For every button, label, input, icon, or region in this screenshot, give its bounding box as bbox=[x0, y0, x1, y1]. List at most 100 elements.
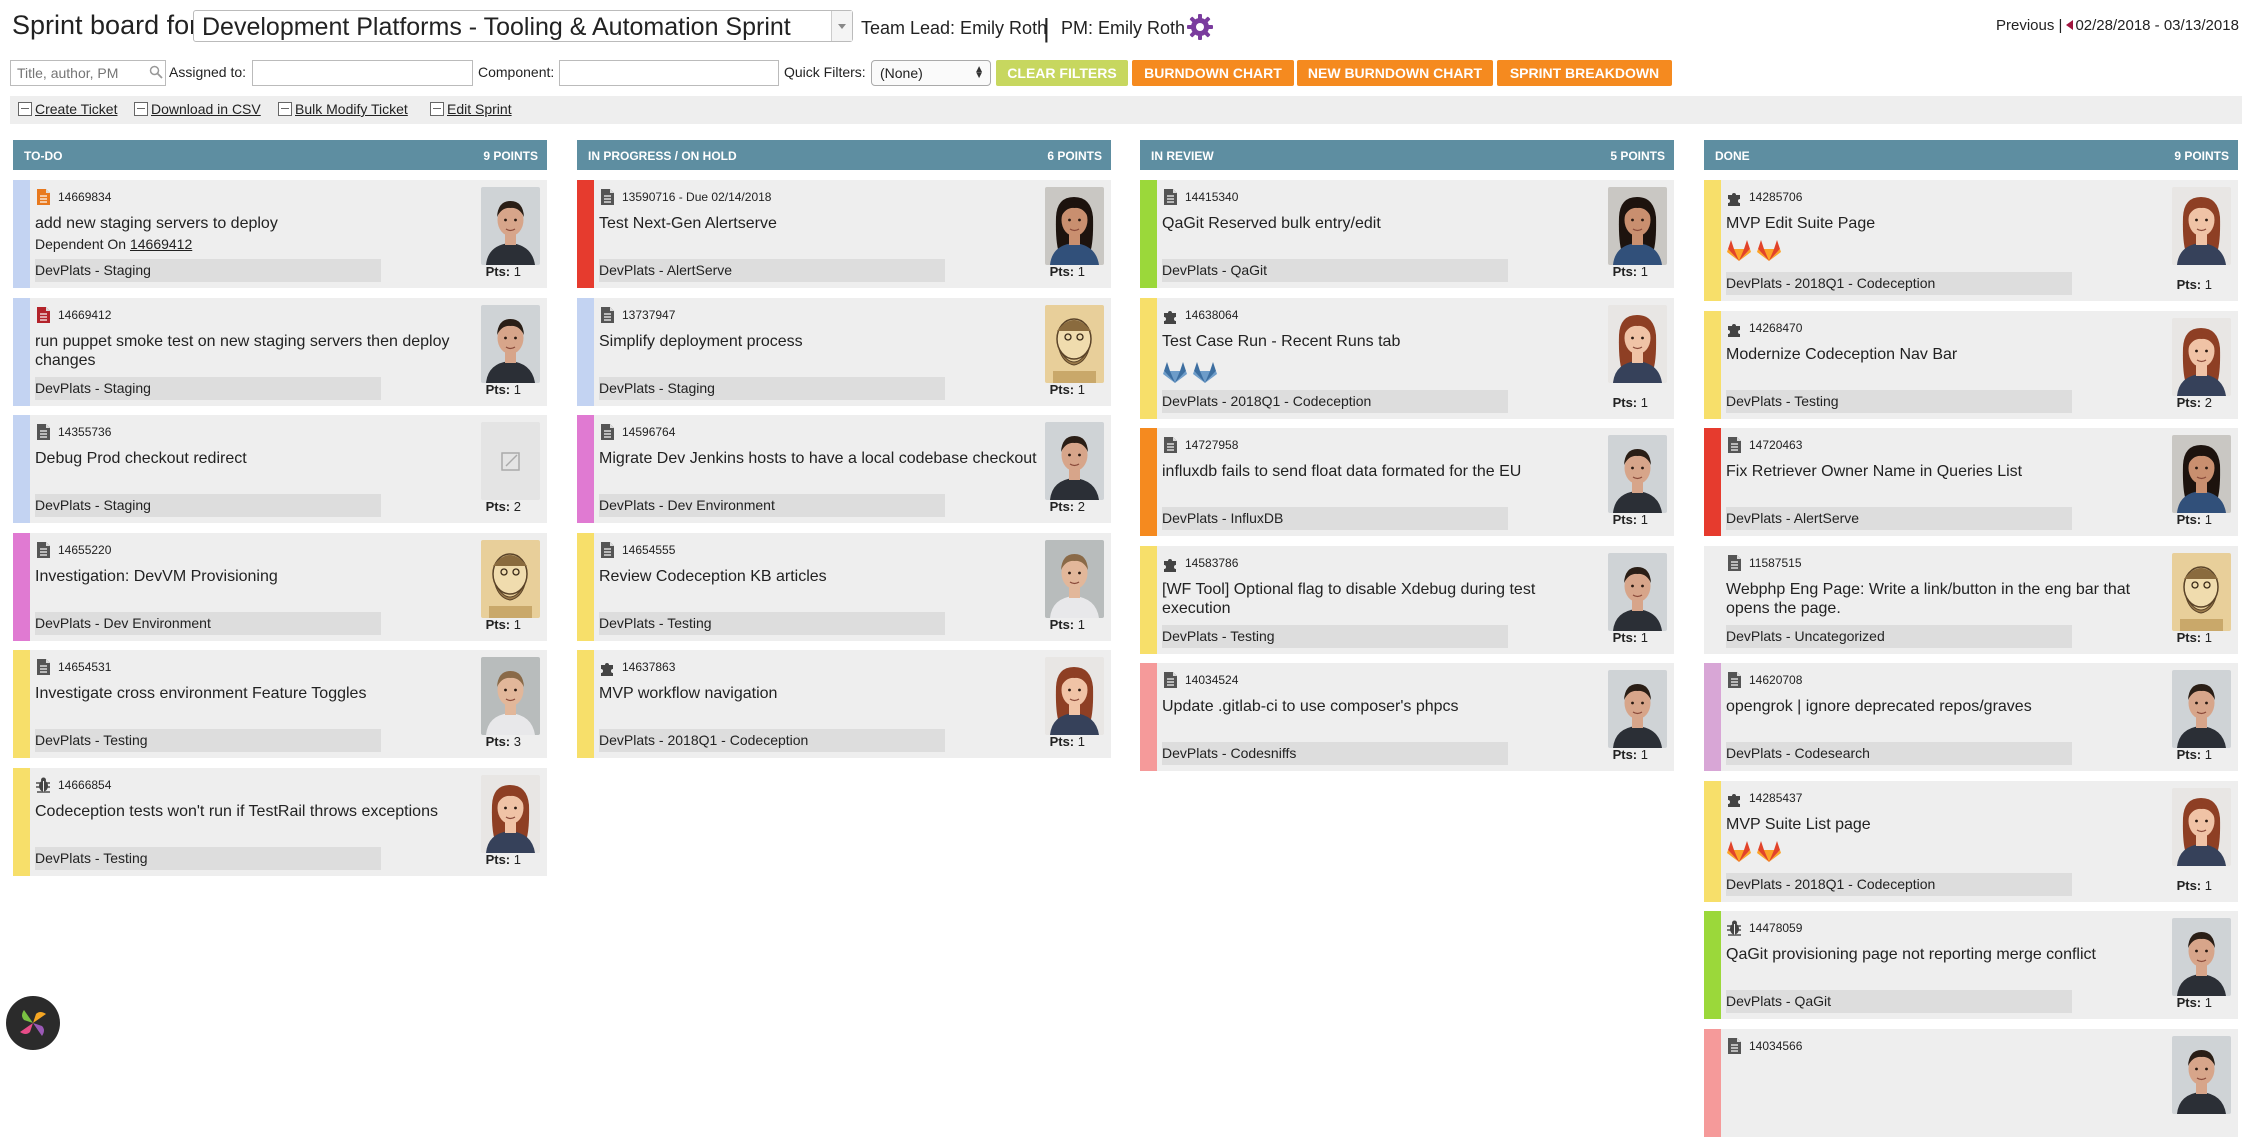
ticket-card[interactable]: 14596764 Migrate Dev Jenkins hosts to ha… bbox=[577, 415, 1111, 523]
ticket-title[interactable]: MVP workflow navigation bbox=[599, 684, 1039, 703]
ticket-id[interactable]: 14727958 bbox=[1185, 438, 1238, 452]
create-ticket-label[interactable]: Create Ticket bbox=[35, 101, 117, 117]
ticket-title[interactable]: run puppet smoke test on new staging ser… bbox=[35, 332, 475, 370]
avatar[interactable] bbox=[481, 304, 540, 383]
ticket-title[interactable]: add new staging servers to deploy bbox=[35, 214, 475, 233]
new-burndown-chart-button[interactable]: NEW BURNDOWN CHART bbox=[1297, 60, 1493, 86]
avatar[interactable] bbox=[481, 657, 540, 735]
avatar[interactable] bbox=[1608, 187, 1667, 265]
ticket-id[interactable]: 14583786 bbox=[1185, 556, 1238, 570]
ticket-title[interactable]: Test Next-Gen Alertserve bbox=[599, 214, 1039, 233]
avatar[interactable] bbox=[1608, 670, 1667, 748]
ticket-card[interactable]: 14620708 opengrok | ignore deprecated re… bbox=[1704, 663, 2238, 771]
ticket-id[interactable]: 14669412 bbox=[58, 308, 111, 322]
avatar[interactable] bbox=[2172, 317, 2231, 396]
ticket-card[interactable]: 14720463 Fix Retriever Owner Name in Que… bbox=[1704, 428, 2238, 536]
ticket-card[interactable]: 14654555 Review Codeception KB articles D… bbox=[577, 532, 1111, 641]
ticket-card[interactable]: 14637863 MVP workflow navigation DevPlats… bbox=[577, 650, 1111, 758]
burndown-chart-button[interactable]: BURNDOWN CHART bbox=[1132, 60, 1294, 86]
ticket-title[interactable]: Review Codeception KB articles bbox=[599, 567, 1039, 586]
app-launcher-icon[interactable] bbox=[6, 996, 60, 1050]
sprint-select[interactable]: Development Platforms - Tooling & Automa… bbox=[193, 10, 853, 42]
ticket-card[interactable]: 14669412 run puppet smoke test on new st… bbox=[13, 297, 547, 406]
edit-sprint-link[interactable]: Edit Sprint bbox=[430, 101, 512, 117]
avatar[interactable] bbox=[1608, 435, 1667, 513]
ticket-id[interactable]: 14268470 bbox=[1749, 321, 1802, 335]
ticket-id[interactable]: 13590716 - Due 02/14/2018 bbox=[622, 190, 771, 204]
ticket-card[interactable]: 14034566 bbox=[1704, 1028, 2238, 1137]
avatar[interactable] bbox=[481, 539, 540, 618]
ticket-id[interactable]: 14478059 bbox=[1749, 921, 1802, 935]
ticket-id[interactable]: 14285437 bbox=[1749, 791, 1802, 805]
ticket-card[interactable]: 14666854 Codeception tests won't run if … bbox=[13, 767, 547, 876]
ticket-id[interactable]: 13737947 bbox=[622, 308, 675, 322]
ticket-title[interactable]: Migrate Dev Jenkins hosts to have a loca… bbox=[599, 449, 1039, 468]
ticket-card[interactable]: 14478059 QaGit provisioning page not rep… bbox=[1704, 911, 2238, 1019]
ticket-title[interactable]: QaGit provisioning page not reporting me… bbox=[1726, 945, 2166, 964]
ticket-card[interactable]: 14415340 QaGit Reserved bulk entry/edit D… bbox=[1140, 180, 1674, 288]
ticket-id[interactable]: 14355736 bbox=[58, 425, 111, 439]
ticket-card[interactable]: 14669834 add new staging servers to depl… bbox=[13, 180, 547, 288]
ticket-id[interactable]: 14285706 bbox=[1749, 190, 1802, 204]
ticket-title[interactable]: Fix Retriever Owner Name in Queries List bbox=[1726, 462, 2166, 481]
ticket-title[interactable]: Investigation: DevVM Provisioning bbox=[35, 567, 475, 586]
ticket-title[interactable]: MVP Suite List page bbox=[1726, 815, 2166, 834]
ticket-card[interactable]: 13590716 - Due 02/14/2018 Test Next-Gen … bbox=[577, 180, 1111, 288]
avatar[interactable] bbox=[2172, 670, 2231, 748]
avatar[interactable] bbox=[1608, 304, 1667, 383]
ticket-title[interactable]: Simplify deployment process bbox=[599, 332, 1039, 351]
ticket-id[interactable]: 14415340 bbox=[1185, 190, 1238, 204]
quick-filters-select[interactable]: (None) ▲ ▼ bbox=[871, 60, 991, 86]
chevron-down-icon[interactable] bbox=[831, 11, 852, 41]
ticket-card[interactable]: 14654531 Investigate cross environment F… bbox=[13, 650, 547, 758]
avatar[interactable] bbox=[1045, 657, 1104, 735]
ticket-title[interactable]: QaGit Reserved bulk entry/edit bbox=[1162, 214, 1602, 233]
ticket-id[interactable]: 14666854 bbox=[58, 778, 111, 792]
gear-icon[interactable] bbox=[1186, 13, 1214, 41]
ticket-title[interactable]: opengrok | ignore deprecated repos/grave… bbox=[1726, 697, 2166, 716]
ticket-id[interactable]: 14654555 bbox=[622, 543, 675, 557]
ticket-title[interactable]: Codeception tests won't run if TestRail … bbox=[35, 802, 475, 821]
ticket-id[interactable]: 14638064 bbox=[1185, 308, 1238, 322]
ticket-title[interactable]: Webphp Eng Page: Write a link/button in … bbox=[1726, 580, 2166, 618]
ticket-title[interactable]: Test Case Run - Recent Runs tab bbox=[1162, 332, 1602, 351]
search-input[interactable] bbox=[10, 60, 166, 86]
bulk-modify-label[interactable]: Bulk Modify Ticket bbox=[295, 101, 408, 117]
ticket-card[interactable]: 14638064 Test Case Run - Recent Runs tab… bbox=[1140, 297, 1674, 419]
clear-filters-button[interactable]: CLEAR FILTERS bbox=[996, 60, 1128, 86]
bulk-modify-link[interactable]: Bulk Modify Ticket bbox=[278, 101, 408, 117]
ticket-id[interactable]: 14596764 bbox=[622, 425, 675, 439]
ticket-card[interactable]: 14285706 MVP Edit Suite Page DevPlats - 2… bbox=[1704, 180, 2238, 301]
ticket-title[interactable]: [WF Tool] Optional flag to disable Xdebu… bbox=[1162, 580, 1602, 618]
ticket-title[interactable]: Modernize Codeception Nav Bar bbox=[1726, 345, 2166, 364]
ticket-card[interactable]: 14655220 Investigation: DevVM Provisioni… bbox=[13, 532, 547, 641]
avatar[interactable] bbox=[1045, 539, 1104, 618]
ticket-card[interactable]: 13737947 Simplify deployment process DevP… bbox=[577, 297, 1111, 406]
ticket-id[interactable]: 14669834 bbox=[58, 190, 111, 204]
previous-sprint-link[interactable]: Previous | 02/28/2018 - 03/13/2018 bbox=[1996, 17, 2239, 34]
avatar[interactable] bbox=[481, 187, 540, 265]
avatar[interactable] bbox=[1045, 304, 1104, 383]
ticket-id[interactable]: 11587515 bbox=[1749, 556, 1802, 570]
ticket-title[interactable]: influxdb fails to send float data format… bbox=[1162, 462, 1602, 481]
create-ticket-link[interactable]: Create Ticket bbox=[18, 101, 117, 117]
ticket-id[interactable]: 14637863 bbox=[622, 660, 675, 674]
edit-sprint-label[interactable]: Edit Sprint bbox=[447, 101, 512, 117]
avatar[interactable] bbox=[2172, 435, 2231, 513]
ticket-card[interactable]: 11587515 Webphp Eng Page: Write a link/b… bbox=[1704, 545, 2238, 654]
component-input[interactable] bbox=[559, 60, 779, 86]
avatar[interactable] bbox=[1045, 422, 1104, 500]
avatar[interactable] bbox=[2172, 1035, 2231, 1114]
download-csv-link[interactable]: Download in CSV bbox=[134, 101, 261, 117]
ticket-id[interactable]: 14720463 bbox=[1749, 438, 1802, 452]
avatar[interactable] bbox=[2172, 918, 2231, 996]
arrow-left-icon[interactable] bbox=[2066, 20, 2074, 30]
ticket-title[interactable]: Investigate cross environment Feature To… bbox=[35, 684, 475, 703]
previous-label[interactable]: Previous | bbox=[1996, 17, 2062, 34]
sprint-breakdown-button[interactable]: SPRINT BREAKDOWN bbox=[1497, 60, 1672, 86]
ticket-title[interactable]: MVP Edit Suite Page bbox=[1726, 214, 2166, 233]
avatar[interactable] bbox=[2172, 187, 2231, 265]
ticket-id[interactable]: 14034524 bbox=[1185, 673, 1238, 687]
ticket-title[interactable]: Debug Prod checkout redirect bbox=[35, 449, 475, 468]
avatar[interactable] bbox=[2172, 552, 2231, 631]
